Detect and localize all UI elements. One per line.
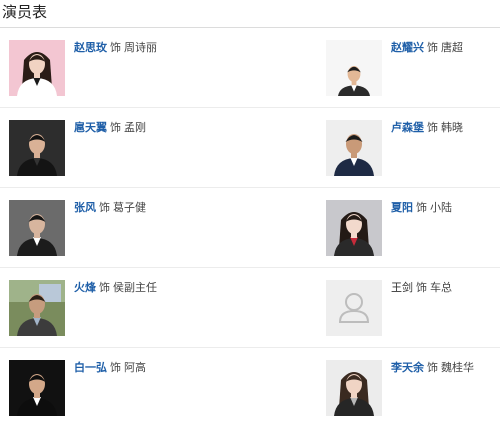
actor-name-link[interactable]: 赵思玫 (74, 41, 107, 54)
actor-name-link[interactable]: 夏阳 (391, 201, 413, 214)
role-name: 唐超 (441, 41, 463, 54)
cast-info: 卢森堡饰韩晓 (391, 120, 463, 136)
as-label: 饰 (427, 361, 438, 374)
cast-list: 赵思玫饰周诗丽 赵耀兴饰唐超 扈天翼饰孟刚 卢森堡饰韩晓 张风饰葛子健 夏阳饰小陆 火烽饰侯… (0, 28, 500, 427)
as-label: 饰 (110, 361, 121, 374)
cast-row: 张风饰葛子健 夏阳饰小陆 (0, 188, 500, 268)
actor-name-link[interactable]: 赵耀兴 (391, 41, 424, 54)
cast-member: 李天余饰魏桂华 (326, 360, 500, 416)
as-label: 饰 (99, 281, 110, 294)
as-label: 饰 (110, 121, 121, 134)
cast-member: 火烽饰侯副主任 (9, 280, 309, 336)
actor-photo[interactable] (9, 360, 65, 416)
as-label: 饰 (416, 281, 427, 294)
cast-info: 火烽饰侯副主任 (74, 280, 157, 296)
role-name: 周诗丽 (124, 41, 157, 54)
actor-photo[interactable] (326, 360, 382, 416)
cast-member: 卢森堡饰韩晓 (326, 120, 500, 176)
cast-info: 李天余饰魏桂华 (391, 360, 474, 376)
cast-info: 白一弘饰阿高 (74, 360, 146, 376)
actor-photo[interactable] (9, 200, 65, 256)
role-name: 魏桂华 (441, 361, 474, 374)
cast-row: 火烽饰侯副主任 王剑饰车总 (0, 268, 500, 348)
actor-photo[interactable] (326, 120, 382, 176)
role-name: 葛子健 (113, 201, 146, 214)
role-name: 阿高 (124, 361, 146, 374)
cast-member: 扈天翼饰孟刚 (9, 120, 309, 176)
as-label: 饰 (416, 201, 427, 214)
cast-row: 扈天翼饰孟刚 卢森堡饰韩晓 (0, 108, 500, 188)
cast-info: 赵思玫饰周诗丽 (74, 40, 157, 56)
cast-info: 夏阳饰小陆 (391, 200, 452, 216)
cast-member: 张风饰葛子健 (9, 200, 309, 256)
cast-info: 王剑饰车总 (391, 280, 452, 296)
actor-photo[interactable] (9, 280, 65, 336)
actor-photo[interactable] (9, 120, 65, 176)
role-name: 孟刚 (124, 121, 146, 134)
actor-name-link[interactable]: 卢森堡 (391, 121, 424, 134)
actor-name-link[interactable]: 白一弘 (74, 361, 107, 374)
avatar-placeholder-icon (326, 280, 382, 336)
role-name: 小陆 (430, 201, 452, 214)
actor-photo[interactable] (326, 200, 382, 256)
actor-name-link[interactable]: 张风 (74, 201, 96, 214)
as-label: 饰 (110, 41, 121, 54)
as-label: 饰 (427, 41, 438, 54)
cast-member: 白一弘饰阿高 (9, 360, 309, 416)
as-label: 饰 (427, 121, 438, 134)
actor-photo[interactable] (326, 40, 382, 96)
cast-info: 赵耀兴饰唐超 (391, 40, 463, 56)
cast-member: 赵耀兴饰唐超 (326, 40, 500, 96)
cast-info: 张风饰葛子健 (74, 200, 146, 216)
cast-member: 王剑饰车总 (326, 280, 500, 336)
actor-photo[interactable] (9, 40, 65, 96)
actor-name-link[interactable]: 扈天翼 (74, 121, 107, 134)
actor-name-link[interactable]: 李天余 (391, 361, 424, 374)
cast-member: 夏阳饰小陆 (326, 200, 500, 256)
role-name: 侯副主任 (113, 281, 157, 294)
role-name: 韩晓 (441, 121, 463, 134)
as-label: 饰 (99, 201, 110, 214)
role-name: 车总 (430, 281, 452, 294)
actor-name-link[interactable]: 火烽 (74, 281, 96, 294)
actor-name: 王剑 (391, 281, 413, 294)
cast-row: 赵思玫饰周诗丽 赵耀兴饰唐超 (0, 28, 500, 108)
cast-info: 扈天翼饰孟刚 (74, 120, 146, 136)
cast-list-title: 演员表 (2, 3, 48, 21)
cast-row: 白一弘饰阿高 李天余饰魏桂华 (0, 348, 500, 427)
cast-member: 赵思玫饰周诗丽 (9, 40, 309, 96)
